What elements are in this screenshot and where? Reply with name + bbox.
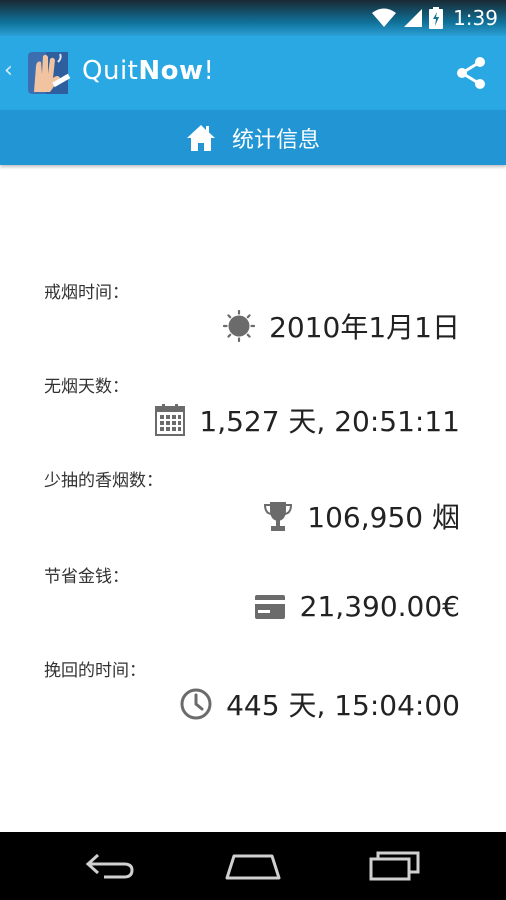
app-title: QuitNow! xyxy=(82,56,214,86)
smoke-free-days-label: 无烟天数： xyxy=(44,377,129,397)
smoke-free-days-value-row: 1,527 天, 20:51:11 xyxy=(155,400,460,440)
clock-icon xyxy=(180,688,212,720)
cigarettes-not-smoked-label: 少抽的香烟数： xyxy=(44,471,163,491)
back-icon[interactable] xyxy=(84,850,138,882)
credit-card-icon xyxy=(254,594,285,619)
navigation-bar xyxy=(0,832,506,900)
app-title-end: ! xyxy=(203,56,215,86)
quit-date-value: 2010年1月1日 xyxy=(269,311,460,344)
wifi-icon xyxy=(372,8,397,27)
action-bar: ‹ QuitNow! xyxy=(0,36,506,110)
cigarettes-not-smoked-value: 106,950 烟 xyxy=(307,501,460,534)
app-title-light: Quit xyxy=(82,56,139,86)
money-saved-value: 21,390.00€ xyxy=(299,590,460,623)
home-icon xyxy=(186,124,215,151)
status-icons: 1:39 xyxy=(371,6,498,30)
home-icon[interactable] xyxy=(224,850,282,882)
share-icon[interactable] xyxy=(454,56,488,90)
time-regained-value: 445 天, 15:04:00 xyxy=(226,689,460,722)
status-time: 1:39 xyxy=(453,6,498,30)
signal-icon xyxy=(404,9,423,27)
section-header: 统计信息 xyxy=(0,110,506,165)
time-regained-label: 挽回的时间： xyxy=(44,661,146,681)
section-title: 统计信息 xyxy=(231,127,320,153)
smoke-free-days-value: 1,527 天, 20:51:11 xyxy=(199,405,460,438)
money-saved-label: 节省金钱： xyxy=(44,567,129,587)
sun-icon xyxy=(223,310,256,342)
status-bar: 1:39 xyxy=(0,0,506,36)
quit-date-label: 戒烟时间： xyxy=(44,283,129,303)
trophy-icon xyxy=(264,502,293,531)
app-title-bold: Now xyxy=(138,56,204,86)
recents-icon[interactable] xyxy=(368,850,422,882)
battery-charging-icon xyxy=(429,7,444,29)
cigarettes-not-smoked-value-row: 106,950 烟 xyxy=(263,496,460,536)
app-logo-icon[interactable] xyxy=(22,48,74,98)
time-regained-value-row: 445 天, 15:04:00 xyxy=(180,684,460,724)
money-saved-value-row: 21,390.00€ xyxy=(254,590,460,623)
calendar-icon xyxy=(155,404,186,436)
up-chevron-icon[interactable]: ‹ xyxy=(4,58,13,83)
quit-date-value-row: 2010年1月1日 xyxy=(223,306,460,346)
